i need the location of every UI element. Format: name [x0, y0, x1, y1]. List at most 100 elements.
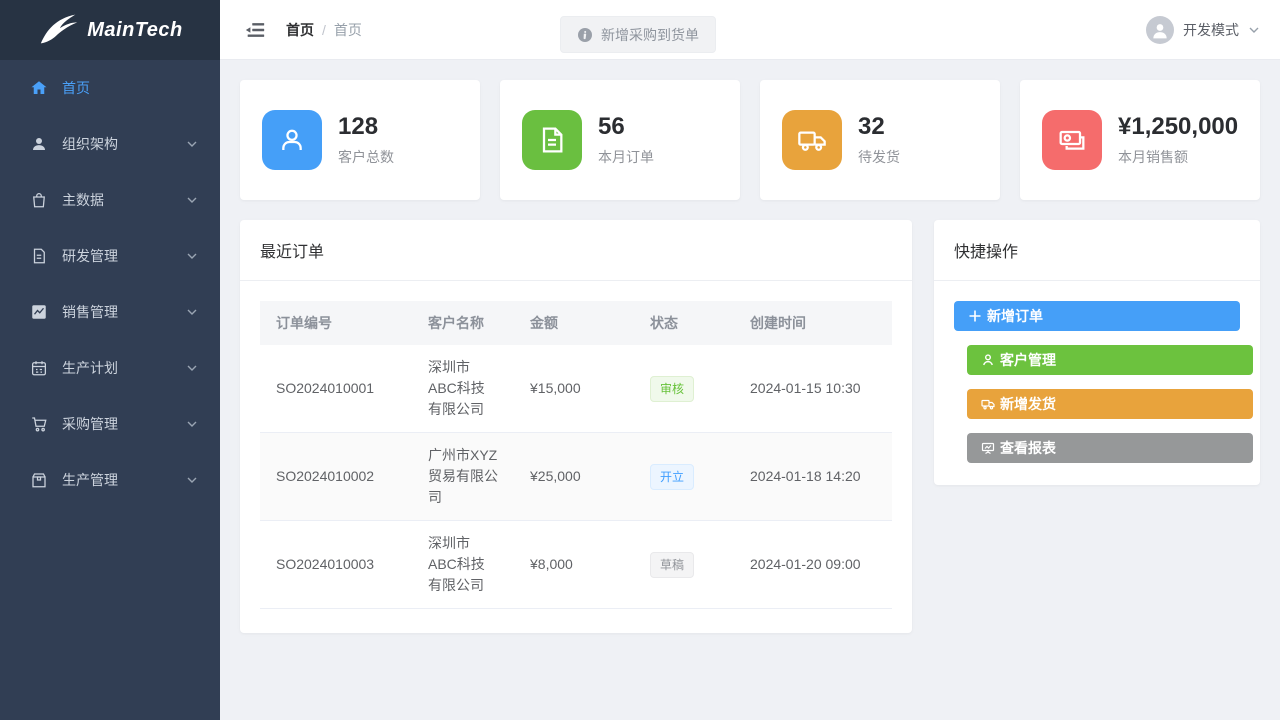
sidebar-item-purchase-management[interactable]: 采购管理 [0, 396, 220, 452]
sidebar-item-rd-management[interactable]: 研发管理 [0, 228, 220, 284]
stat-card-pending-shipments: 32 待发货 [760, 80, 1000, 200]
new-shipment-label: 新增发货 [1000, 394, 1056, 414]
cell-created: 2024-01-20 09:00 [734, 521, 892, 609]
chevron-down-icon [1248, 24, 1260, 36]
new-purchase-arrival-button[interactable]: 新增采购到货单 [560, 16, 716, 53]
chevron-down-icon [186, 138, 198, 150]
sidebar-item-label: 生产计划 [62, 358, 118, 378]
col-header-order-no: 订单编号 [260, 301, 412, 345]
chevron-down-icon [186, 194, 198, 206]
stat-card-customers: 128 客户总数 [240, 80, 480, 200]
cell-amount: ¥25,000 [514, 433, 634, 521]
sidebar-item-sales-management[interactable]: 销售管理 [0, 284, 220, 340]
new-shipment-button[interactable]: 新增发货 [967, 389, 1253, 419]
home-icon [30, 79, 48, 97]
sidebar-item-label: 采购管理 [62, 414, 118, 434]
user-menu[interactable]: 开发模式 [1146, 16, 1260, 44]
chevron-down-icon [186, 418, 198, 430]
truck-icon [981, 397, 995, 411]
cell-order-no: SO2024010001 [260, 345, 412, 433]
sidebar-item-label: 生产管理 [62, 470, 118, 490]
breadcrumb-separator: / [322, 22, 326, 38]
recent-orders-title: 最近订单 [240, 220, 912, 281]
col-header-created: 创建时间 [734, 301, 892, 345]
customer-management-label: 客户管理 [1000, 350, 1056, 370]
recent-orders-body: 订单编号 客户名称 金额 状态 创建时间 SO2024010001 [240, 281, 912, 633]
cart-icon [30, 415, 48, 433]
cell-status: 开立 [634, 433, 734, 521]
cell-created: 2024-01-18 14:20 [734, 433, 892, 521]
sidebar-item-manufacturing-management[interactable]: 生产管理 [0, 452, 220, 508]
customer-management-button[interactable]: 客户管理 [967, 345, 1253, 375]
user-icon [262, 110, 322, 170]
stat-card-monthly-orders: 56 本月订单 [500, 80, 740, 200]
user-mode-label: 开发模式 [1183, 20, 1239, 40]
sidebar-nav: 首页 组织架构 主数据 研发管理 销售管理 [0, 60, 220, 720]
sidebar-item-label: 组织架构 [62, 134, 118, 154]
sidebar-fold-icon[interactable] [244, 19, 266, 41]
cell-order-no: SO2024010002 [260, 433, 412, 521]
bag-icon [30, 191, 48, 209]
cell-status: 审核 [634, 345, 734, 433]
cell-customer: 深圳市ABC科技有限公司 [412, 345, 514, 433]
chevron-down-icon [186, 306, 198, 318]
main-area: 首页 / 首页 新增采购到货单 开发模式 [220, 0, 1280, 720]
quick-actions-panel: 快捷操作 新增订单 客户管理 新增发货 [934, 220, 1260, 485]
document-icon [522, 110, 582, 170]
orders-table: 订单编号 客户名称 金额 状态 创建时间 SO2024010001 [260, 301, 892, 609]
plus-icon [968, 309, 982, 323]
topbar: 首页 / 首页 新增采购到货单 开发模式 [220, 0, 1280, 60]
avatar [1146, 16, 1174, 44]
cell-amount: ¥15,000 [514, 345, 634, 433]
col-header-status: 状态 [634, 301, 734, 345]
quick-actions-body: 新增订单 客户管理 新增发货 查看报表 [934, 281, 1260, 485]
chevron-down-icon [186, 474, 198, 486]
document-icon [30, 247, 48, 265]
status-badge: 开立 [650, 464, 694, 490]
sidebar-item-organization[interactable]: 组织架构 [0, 116, 220, 172]
breadcrumb-current: 首页 [334, 20, 362, 40]
status-badge: 审核 [650, 376, 694, 402]
logo: MainTech [0, 0, 220, 60]
stat-value: ¥1,250,000 [1118, 113, 1238, 141]
sidebar-item-master-data[interactable]: 主数据 [0, 172, 220, 228]
cell-customer: 深圳市ABC科技有限公司 [412, 521, 514, 609]
breadcrumb-root[interactable]: 首页 [286, 20, 314, 40]
new-purchase-arrival-label: 新增采购到货单 [601, 25, 699, 45]
quick-actions-title: 快捷操作 [934, 220, 1260, 281]
stat-cards: 128 客户总数 56 本月订单 [240, 80, 1260, 200]
panels: 最近订单 订单编号 客户名称 金额 状态 创建时间 [240, 220, 1260, 633]
table-row: SO2024010001 深圳市ABC科技有限公司 ¥15,000 审核 202… [260, 345, 892, 433]
stat-label: 客户总数 [338, 147, 394, 167]
stat-value: 32 [858, 113, 900, 141]
chevron-down-icon [186, 250, 198, 262]
sidebar-item-production-plan[interactable]: 生产计划 [0, 340, 220, 396]
money-icon [1042, 110, 1102, 170]
stat-value: 56 [598, 113, 654, 141]
stat-label: 本月订单 [598, 147, 654, 167]
view-reports-button[interactable]: 查看报表 [967, 433, 1253, 463]
status-badge: 草稿 [650, 552, 694, 578]
table-row: SO2024010002 广州市XYZ贸易有限公司 ¥25,000 开立 202… [260, 433, 892, 521]
table-row: SO2024010003 深圳市ABC科技有限公司 ¥8,000 草稿 2024… [260, 521, 892, 609]
app-root: MainTech 首页 组织架构 主数据 研发管理 [0, 0, 1280, 720]
recent-orders-panel: 最近订单 订单编号 客户名称 金额 状态 创建时间 [240, 220, 912, 633]
col-header-customer: 客户名称 [412, 301, 514, 345]
truck-icon [782, 110, 842, 170]
trend-chart-icon [30, 303, 48, 321]
user-icon [981, 353, 995, 367]
logo-text: MainTech [87, 19, 183, 42]
cell-status: 草稿 [634, 521, 734, 609]
stat-value: 128 [338, 113, 394, 141]
table-header-row: 订单编号 客户名称 金额 状态 创建时间 [260, 301, 892, 345]
user-icon [30, 135, 48, 153]
sidebar-item-label: 主数据 [62, 190, 104, 210]
cell-created: 2024-01-15 10:30 [734, 345, 892, 433]
stat-card-monthly-sales: ¥1,250,000 本月销售额 [1020, 80, 1260, 200]
cell-amount: ¥8,000 [514, 521, 634, 609]
logo-swoosh-icon [37, 10, 83, 50]
sidebar-item-label: 首页 [62, 78, 90, 98]
new-order-button[interactable]: 新增订单 [954, 301, 1240, 331]
sidebar-item-home[interactable]: 首页 [0, 60, 220, 116]
col-header-amount: 金额 [514, 301, 634, 345]
